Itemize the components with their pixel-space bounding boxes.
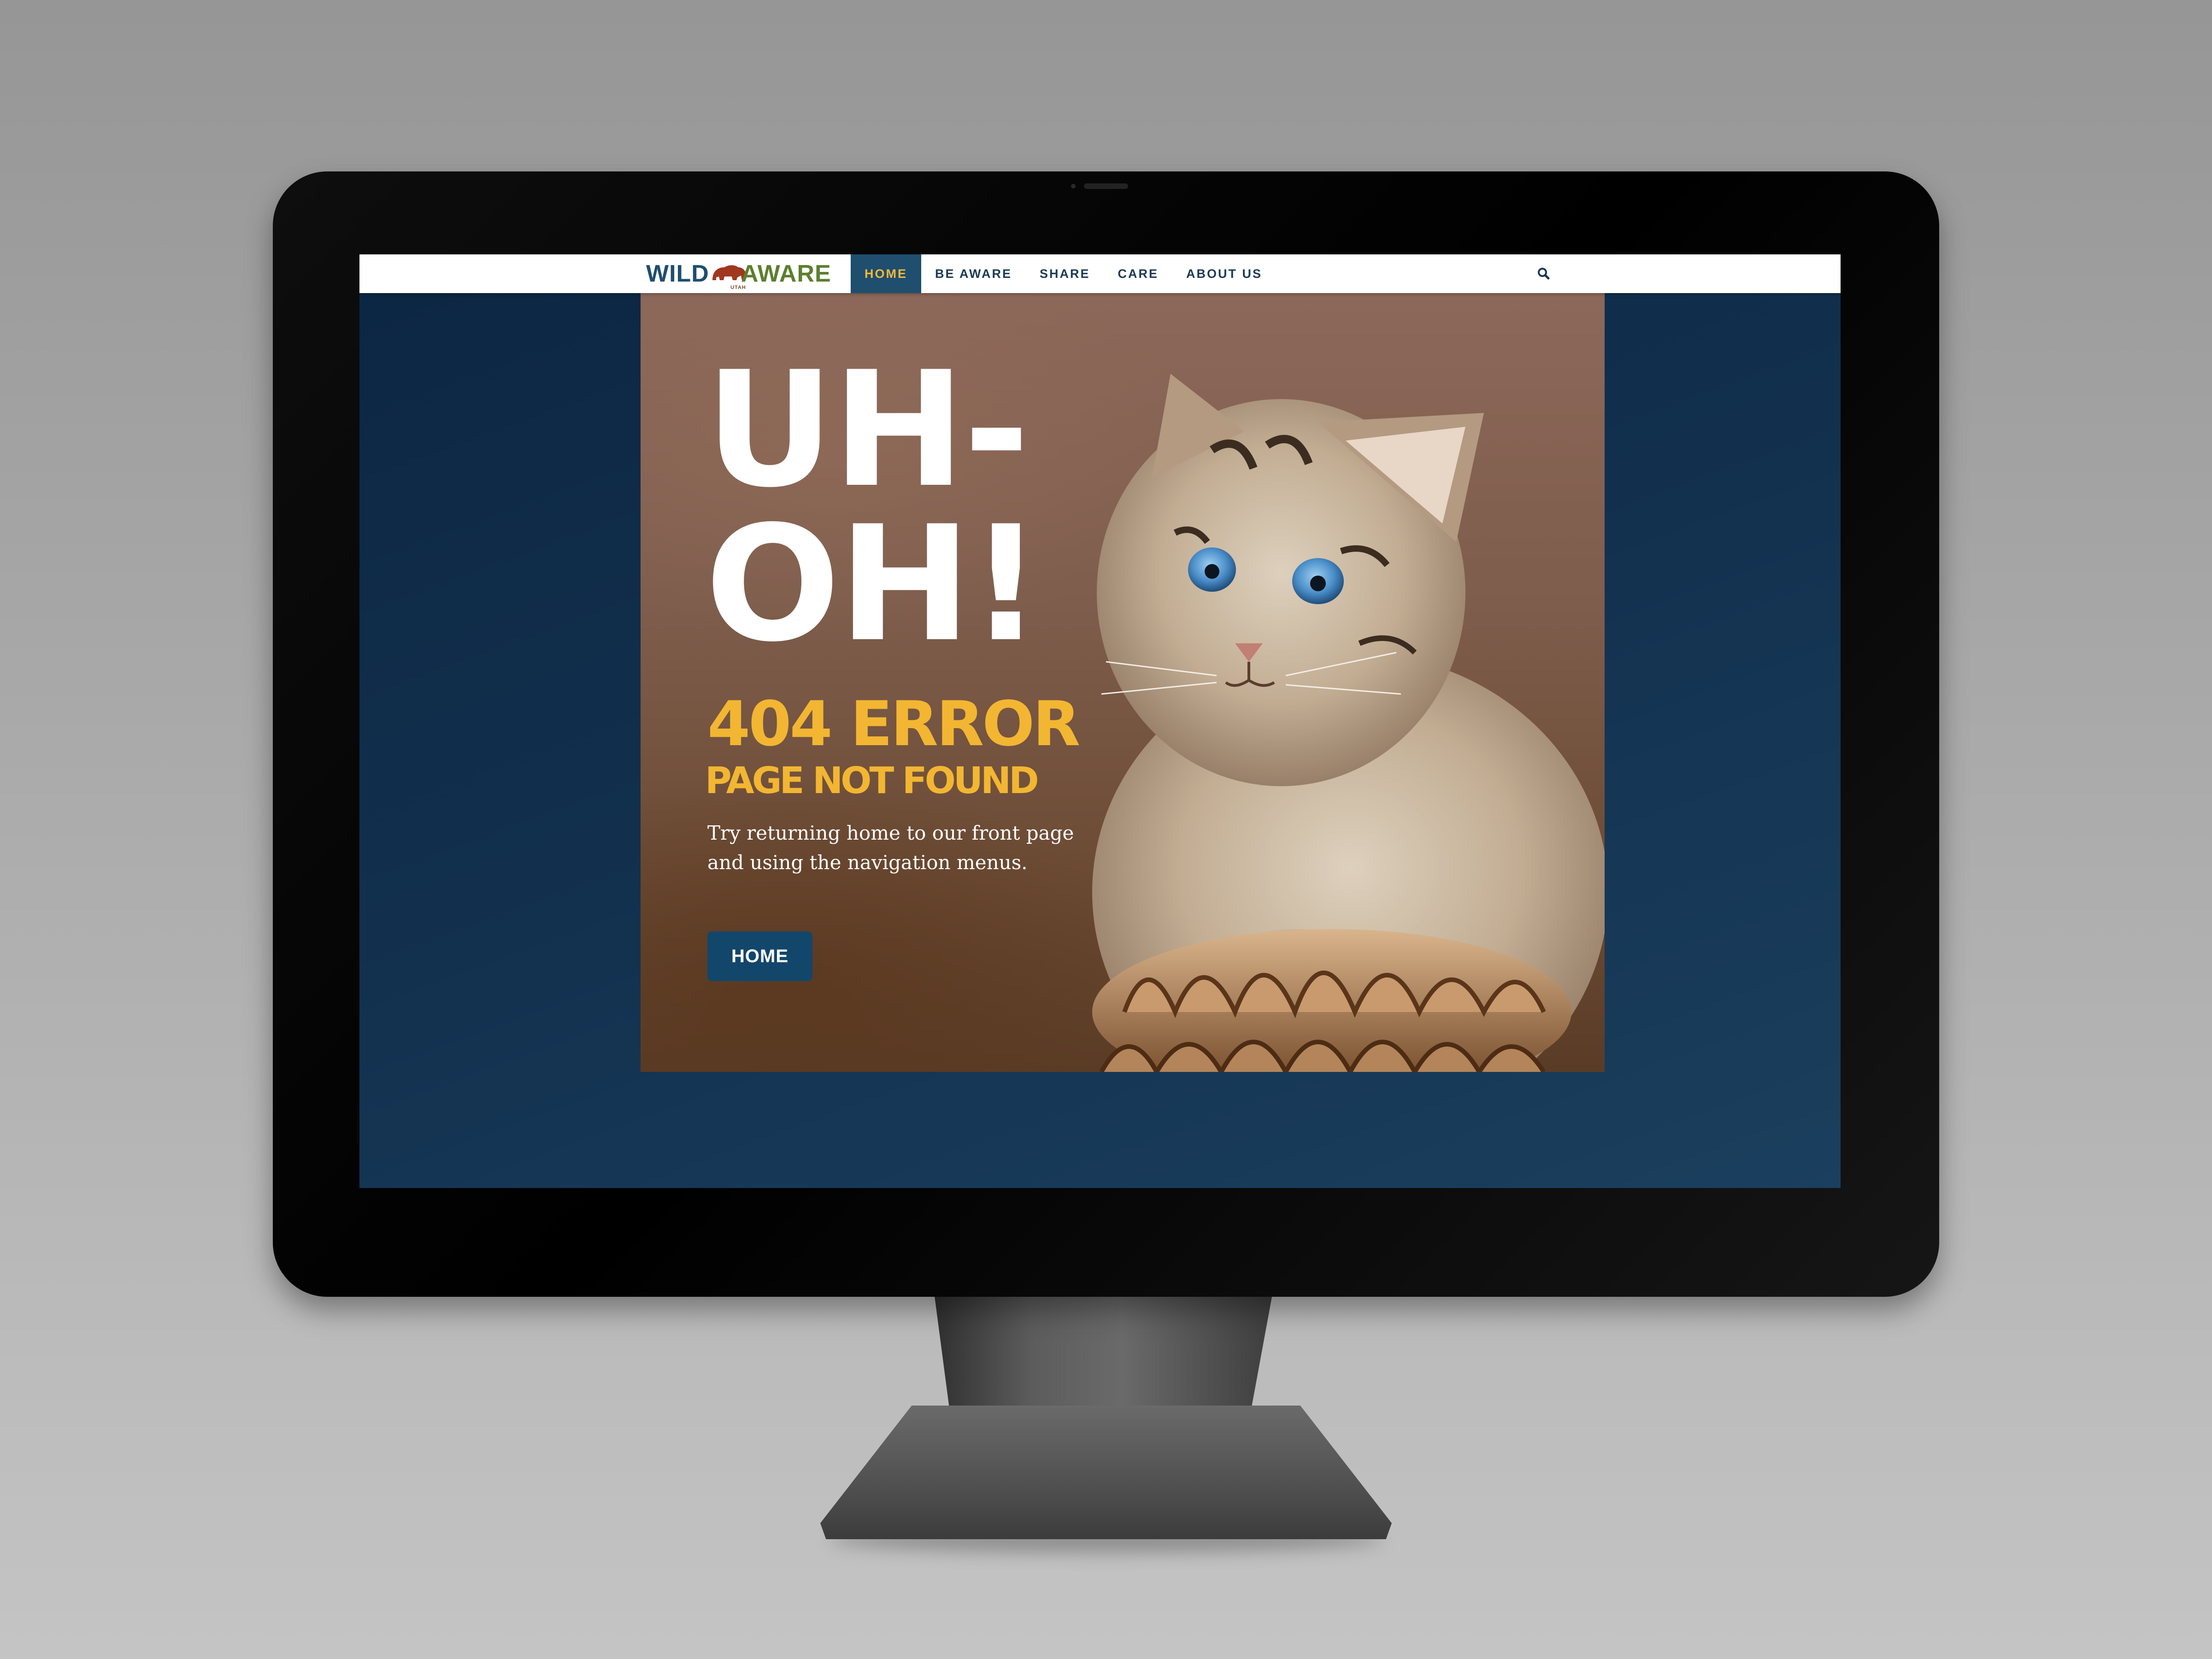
nav-item-about-us[interactable]: ABOUT US	[1172, 254, 1276, 293]
camera	[1084, 183, 1128, 189]
error-headline: UH-OH!	[705, 338, 1042, 677]
screen: WILD AWARE UTAH HOME BE AWARE SHARE CARE…	[359, 254, 1841, 1188]
home-button[interactable]: HOME	[707, 931, 812, 981]
search-icon	[1538, 268, 1550, 280]
nav-item-share[interactable]: SHARE	[1026, 254, 1104, 293]
logo-subtitle: UTAH	[730, 285, 746, 290]
monitor-stand-neck	[932, 1281, 1275, 1419]
main-menu: HOME BE AWARE SHARE CARE ABOUT US	[851, 254, 1276, 293]
camera-sensor	[1071, 184, 1076, 188]
search-button[interactable]	[1535, 265, 1553, 283]
nav-item-be-aware[interactable]: BE AWARE	[921, 254, 1026, 293]
site-logo[interactable]: WILD AWARE UTAH	[646, 258, 833, 290]
error-hero: UH-OH! 404 ERROR PAGE NOT FOUND Try retu…	[641, 293, 1605, 1072]
error-subtitle: PAGE NOT FOUND	[705, 759, 1039, 802]
error-description: Try returning home to our front page and…	[707, 822, 1074, 874]
nav-item-care[interactable]: CARE	[1104, 254, 1173, 293]
error-code: 404 ERROR	[707, 688, 1080, 760]
logo-word-wild: WILD	[646, 260, 709, 287]
site-navbar: WILD AWARE UTAH HOME BE AWARE SHARE CARE…	[359, 254, 1841, 293]
logo-word-aware: AWARE	[741, 260, 831, 287]
monitor-stand-base	[820, 1406, 1392, 1539]
nav-item-home[interactable]: HOME	[851, 254, 921, 293]
